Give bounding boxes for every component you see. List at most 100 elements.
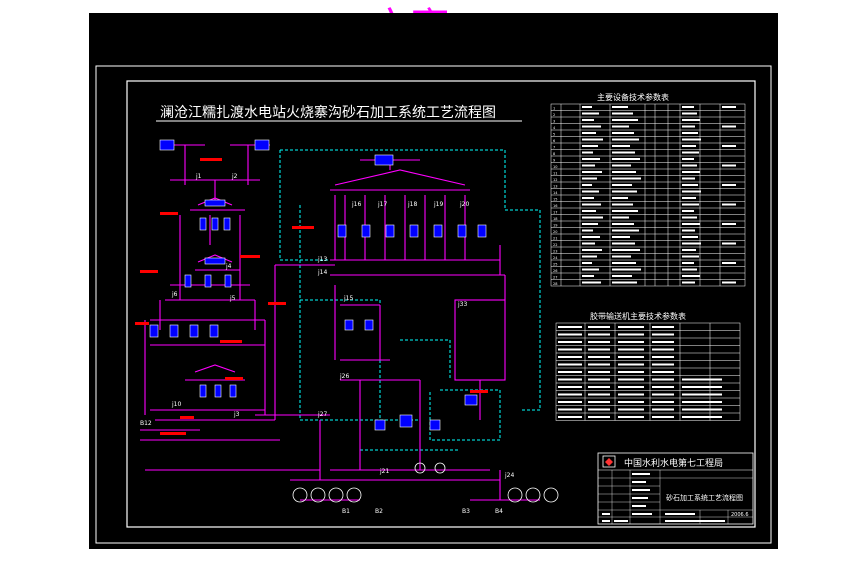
table1-row-number: 1 — [553, 107, 555, 111]
table2-cell-text — [588, 356, 610, 358]
table1-row-number: 22 — [553, 243, 557, 247]
drawing-sheet: 澜沧江糯扎渡水电站火烧寨沟砂石加工系统工艺流程图 j1 j2 j6 j5 j4 … — [89, 13, 778, 549]
table2-cell-text — [588, 386, 610, 388]
label-b2: B2 — [375, 508, 383, 515]
table2-cell-text — [588, 393, 610, 396]
table2-cell-text — [618, 333, 644, 336]
table2-cell-text — [558, 348, 582, 351]
table1-cell-text — [682, 242, 701, 245]
table2-cell-text — [682, 401, 722, 403]
table1-cell-text — [682, 268, 697, 271]
table1-row-number: 2 — [553, 113, 555, 117]
company-name: 中国水利水电第七工程局 — [624, 457, 723, 469]
table1-row-number: 3 — [553, 120, 555, 124]
table1-cell-text — [682, 223, 700, 225]
table1-row-number: 19 — [553, 224, 557, 228]
table2-cell-text — [652, 401, 674, 403]
table1-cell-text — [722, 145, 736, 147]
table1-cell-text — [582, 229, 593, 232]
label-j33: j33 — [457, 301, 467, 308]
table1-cell-text — [582, 151, 593, 154]
table2-cell-text — [618, 416, 644, 418]
table1-cell-text — [722, 106, 736, 108]
table1-row-number: 25 — [553, 263, 557, 267]
table1-row-number: 24 — [553, 256, 558, 260]
table1-cell-text — [582, 184, 592, 186]
table1-cell-text — [582, 223, 598, 225]
table1-cell-text — [582, 242, 595, 245]
label-j19: j19 — [433, 201, 443, 208]
table1-cell-text — [682, 197, 696, 199]
table2-cell-text — [618, 386, 644, 388]
table1-cell-text — [612, 132, 634, 134]
table2-cell-text — [588, 416, 610, 418]
label-j21: j21 — [379, 468, 389, 475]
table1-cell-text — [682, 145, 696, 147]
table1-cell-text — [682, 249, 696, 251]
table2-cell-text — [652, 341, 674, 343]
label-j2: j2 — [231, 173, 238, 180]
label-j24: j24 — [504, 472, 514, 479]
table1-cell-text — [682, 106, 694, 108]
table1-row-number: 21 — [553, 237, 557, 241]
table1-cell-text — [582, 164, 595, 167]
table1-cell-text — [582, 132, 596, 134]
table2-cell-text — [682, 378, 722, 381]
label-b4: B4 — [495, 508, 503, 515]
table1-cell-text — [612, 164, 631, 167]
table1-cell-text — [612, 268, 641, 271]
table2-cell-text — [618, 341, 644, 343]
table1-row-number: 26 — [553, 269, 557, 273]
table2-cell-text — [588, 341, 610, 343]
label-j1: j1 — [195, 173, 202, 180]
table1-cell-text — [612, 125, 629, 128]
label-j15: j15 — [343, 295, 353, 302]
table2-cell-text — [652, 386, 674, 388]
table1-row-number: 10 — [553, 165, 557, 169]
table1-row-number: 17 — [553, 211, 557, 215]
table2-cell-text — [558, 386, 582, 388]
label-j10: j10 — [171, 401, 181, 408]
label-b3: B3 — [462, 508, 470, 515]
table1-cell-text — [582, 171, 602, 173]
table1-cell-text — [722, 164, 736, 167]
drawing-date: 2006.6 — [731, 512, 749, 518]
cad-drawing-canvas: 方案二 澜沧江糯扎渡水电站火烧寨沟砂石加工系统工艺流程图 — [0, 0, 867, 562]
table2-cell-text — [558, 326, 582, 328]
table2-cell-text — [682, 393, 722, 396]
table1-cell-text — [682, 229, 695, 232]
table1-cell-text — [582, 125, 601, 128]
table1-cell-text — [682, 216, 697, 219]
table1-cell-text — [612, 223, 634, 225]
table1-cell-text — [682, 275, 700, 277]
table1-cell-text — [612, 210, 638, 212]
table1-row-number: 28 — [553, 282, 557, 286]
table1-cell-text — [612, 249, 640, 251]
table2-cell-text — [682, 416, 722, 418]
table1-cell-text — [612, 229, 639, 232]
table1-cell-text — [612, 255, 631, 258]
table2-cell-text — [588, 348, 610, 351]
table2-cell-text — [618, 326, 644, 328]
table2-cell-text — [652, 333, 674, 336]
table1-cell-text — [722, 223, 736, 225]
table1-cell-text — [612, 242, 635, 245]
table2-cell-text — [558, 371, 582, 373]
table1-row-number: 27 — [553, 276, 557, 280]
table1-cell-text — [582, 236, 600, 238]
label-j14: j14 — [317, 269, 327, 276]
table1-cell-text — [722, 203, 736, 206]
label-j17: j17 — [377, 201, 387, 208]
table2-cell-text — [558, 378, 582, 381]
table1-cell-text — [612, 275, 632, 277]
table1-cell-text — [682, 210, 694, 212]
table1-cell-text — [582, 203, 601, 206]
label-j27: j27 — [317, 411, 327, 418]
table1-cell-text — [682, 236, 698, 238]
table1-row-number: 18 — [553, 217, 557, 221]
table1-cell-text — [582, 281, 601, 284]
table1-row-number: 13 — [553, 185, 557, 189]
table1-cell-text — [612, 151, 635, 154]
table1-cell-text — [682, 255, 699, 258]
table1-cell-text — [612, 177, 641, 180]
